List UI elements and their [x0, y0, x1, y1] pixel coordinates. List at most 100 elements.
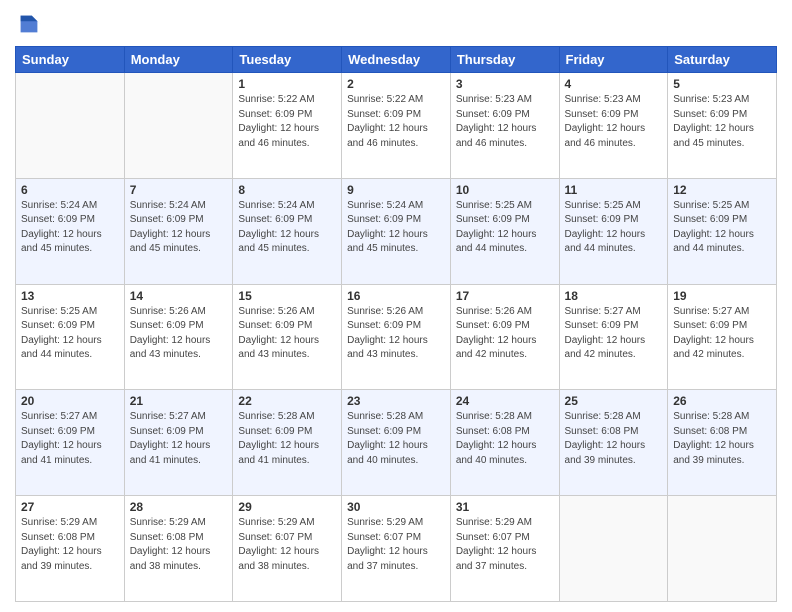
calendar-cell: 31 Sunrise: 5:29 AMSunset: 6:07 PMDayligh… [450, 496, 559, 602]
logo [15, 10, 47, 38]
day-number: 14 [130, 289, 228, 303]
calendar-cell: 11 Sunrise: 5:25 AMSunset: 6:09 PMDayligh… [559, 178, 668, 284]
col-header-sunday: Sunday [16, 47, 125, 73]
calendar-cell: 1 Sunrise: 5:22 AMSunset: 6:09 PMDaylight… [233, 73, 342, 179]
cell-info: Sunrise: 5:23 AMSunset: 6:09 PMDaylight:… [565, 93, 663, 151]
day-number: 27 [21, 500, 119, 514]
calendar-cell: 16Sunrise: 5:26 AMSunset: 6:09 PMDayligh… [342, 284, 451, 390]
calendar-cell: 2 Sunrise: 5:22 AMSunset: 6:09 PMDaylight… [342, 73, 451, 179]
day-number: 31 [456, 500, 554, 514]
week-row-5: 27 Sunrise: 5:29 AMSunset: 6:08 PMDayligh… [16, 496, 777, 602]
cell-info: Sunrise: 5:25 AMSunset: 6:09 PMDaylight:… [21, 305, 119, 363]
cell-info: Sunrise: 5:28 AMSunset: 6:08 PMDaylight:… [565, 410, 663, 468]
calendar-cell: 23 Sunrise: 5:28 AMSunset: 6:09 PMDayligh… [342, 390, 451, 496]
col-header-friday: Friday [559, 47, 668, 73]
calendar-cell [124, 73, 233, 179]
calendar-cell: 4 Sunrise: 5:23 AMSunset: 6:09 PMDaylight… [559, 73, 668, 179]
calendar-cell: 18 Sunrise: 5:27 AMSunset: 6:09 PMDayligh… [559, 284, 668, 390]
cell-info: Sunrise: 5:27 AMSunset: 6:09 PMDaylight:… [673, 305, 771, 363]
cell-info: Sunrise: 5:29 AMSunset: 6:07 PMDaylight:… [238, 516, 336, 574]
day-number: 18 [565, 289, 663, 303]
cell-info: Sunrise: 5:28 AMSunset: 6:08 PMDaylight:… [673, 410, 771, 468]
day-number: 24 [456, 394, 554, 408]
cell-info: Sunrise: 5:24 AMSunset: 6:09 PMDaylight:… [21, 199, 119, 257]
day-number: 7 [130, 183, 228, 197]
header [15, 10, 777, 38]
cell-info: Sunrise: 5:28 AMSunset: 6:09 PMDaylight:… [347, 410, 445, 468]
day-number: 25 [565, 394, 663, 408]
cell-info: Sunrise: 5:25 AMSunset: 6:09 PMDaylight:… [456, 199, 554, 257]
calendar-cell: 19 Sunrise: 5:27 AMSunset: 6:09 PMDayligh… [668, 284, 777, 390]
calendar-cell: 17 Sunrise: 5:26 AMSunset: 6:09 PMDayligh… [450, 284, 559, 390]
day-number: 17 [456, 289, 554, 303]
week-row-4: 20Sunrise: 5:27 AMSunset: 6:09 PMDayligh… [16, 390, 777, 496]
calendar-cell: 22 Sunrise: 5:28 AMSunset: 6:09 PMDayligh… [233, 390, 342, 496]
day-number: 19 [673, 289, 771, 303]
cell-info: Sunrise: 5:22 AMSunset: 6:09 PMDaylight:… [238, 93, 336, 151]
calendar-cell: 7 Sunrise: 5:24 AMSunset: 6:09 PMDaylight… [124, 178, 233, 284]
cell-info: Sunrise: 5:25 AMSunset: 6:09 PMDaylight:… [673, 199, 771, 257]
cell-info: Sunrise: 5:28 AMSunset: 6:09 PMDaylight:… [238, 410, 336, 468]
cell-info: Sunrise: 5:27 AMSunset: 6:09 PMDaylight:… [130, 410, 228, 468]
day-number: 2 [347, 77, 445, 91]
cell-info: Sunrise: 5:26 AMSunset: 6:09 PMDaylight:… [238, 305, 336, 363]
day-number: 28 [130, 500, 228, 514]
cell-info: Sunrise: 5:23 AMSunset: 6:09 PMDaylight:… [673, 93, 771, 151]
calendar-cell [16, 73, 125, 179]
calendar-cell: 5Sunrise: 5:23 AMSunset: 6:09 PMDaylight… [668, 73, 777, 179]
calendar-table: SundayMondayTuesdayWednesdayThursdayFrid… [15, 46, 777, 602]
cell-info: Sunrise: 5:24 AMSunset: 6:09 PMDaylight:… [238, 199, 336, 257]
cell-info: Sunrise: 5:29 AMSunset: 6:07 PMDaylight:… [347, 516, 445, 574]
calendar-cell: 25 Sunrise: 5:28 AMSunset: 6:08 PMDayligh… [559, 390, 668, 496]
page: SundayMondayTuesdayWednesdayThursdayFrid… [0, 0, 792, 612]
calendar-cell: 8 Sunrise: 5:24 AMSunset: 6:09 PMDaylight… [233, 178, 342, 284]
day-number: 12 [673, 183, 771, 197]
cell-info: Sunrise: 5:24 AMSunset: 6:09 PMDaylight:… [130, 199, 228, 257]
calendar-cell: 29Sunrise: 5:29 AMSunset: 6:07 PMDayligh… [233, 496, 342, 602]
day-number: 3 [456, 77, 554, 91]
cell-info: Sunrise: 5:25 AMSunset: 6:09 PMDaylight:… [565, 199, 663, 257]
cell-info: Sunrise: 5:28 AMSunset: 6:08 PMDaylight:… [456, 410, 554, 468]
day-number: 23 [347, 394, 445, 408]
col-header-monday: Monday [124, 47, 233, 73]
col-header-saturday: Saturday [668, 47, 777, 73]
calendar-cell: 12 Sunrise: 5:25 AMSunset: 6:09 PMDayligh… [668, 178, 777, 284]
calendar-cell: 10 Sunrise: 5:25 AMSunset: 6:09 PMDayligh… [450, 178, 559, 284]
day-number: 13 [21, 289, 119, 303]
cell-info: Sunrise: 5:22 AMSunset: 6:09 PMDaylight:… [347, 93, 445, 151]
day-number: 6 [21, 183, 119, 197]
calendar-cell: 3 Sunrise: 5:23 AMSunset: 6:09 PMDaylight… [450, 73, 559, 179]
day-number: 1 [238, 77, 336, 91]
calendar-cell: 6 Sunrise: 5:24 AMSunset: 6:09 PMDaylight… [16, 178, 125, 284]
day-number: 22 [238, 394, 336, 408]
calendar-cell: 26 Sunrise: 5:28 AMSunset: 6:08 PMDayligh… [668, 390, 777, 496]
cell-info: Sunrise: 5:23 AMSunset: 6:09 PMDaylight:… [456, 93, 554, 151]
day-number: 26 [673, 394, 771, 408]
calendar-cell: 9 Sunrise: 5:24 AMSunset: 6:09 PMDaylight… [342, 178, 451, 284]
day-number: 9 [347, 183, 445, 197]
week-row-3: 13 Sunrise: 5:25 AMSunset: 6:09 PMDayligh… [16, 284, 777, 390]
cell-info: Sunrise: 5:24 AMSunset: 6:09 PMDaylight:… [347, 199, 445, 257]
calendar-cell [559, 496, 668, 602]
col-header-thursday: Thursday [450, 47, 559, 73]
week-row-1: 1 Sunrise: 5:22 AMSunset: 6:09 PMDaylight… [16, 73, 777, 179]
cell-info: Sunrise: 5:27 AMSunset: 6:09 PMDaylight:… [565, 305, 663, 363]
day-number: 10 [456, 183, 554, 197]
week-row-2: 6 Sunrise: 5:24 AMSunset: 6:09 PMDaylight… [16, 178, 777, 284]
cell-info: Sunrise: 5:26 AMSunset: 6:09 PMDaylight:… [456, 305, 554, 363]
logo-icon [15, 10, 43, 38]
cell-info: Sunrise: 5:26 AMSunset: 6:09 PMDaylight:… [347, 305, 445, 363]
calendar-cell: 28 Sunrise: 5:29 AMSunset: 6:08 PMDayligh… [124, 496, 233, 602]
calendar-cell: 30Sunrise: 5:29 AMSunset: 6:07 PMDayligh… [342, 496, 451, 602]
cell-info: Sunrise: 5:29 AMSunset: 6:08 PMDaylight:… [21, 516, 119, 574]
calendar-cell: 15 Sunrise: 5:26 AMSunset: 6:09 PMDayligh… [233, 284, 342, 390]
cell-info: Sunrise: 5:29 AMSunset: 6:08 PMDaylight:… [130, 516, 228, 574]
cell-info: Sunrise: 5:27 AMSunset: 6:09 PMDaylight:… [21, 410, 119, 468]
day-number: 11 [565, 183, 663, 197]
cell-info: Sunrise: 5:29 AMSunset: 6:07 PMDaylight:… [456, 516, 554, 574]
day-number: 15 [238, 289, 336, 303]
header-row: SundayMondayTuesdayWednesdayThursdayFrid… [16, 47, 777, 73]
day-number: 4 [565, 77, 663, 91]
calendar-cell: 27 Sunrise: 5:29 AMSunset: 6:08 PMDayligh… [16, 496, 125, 602]
day-number: 8 [238, 183, 336, 197]
